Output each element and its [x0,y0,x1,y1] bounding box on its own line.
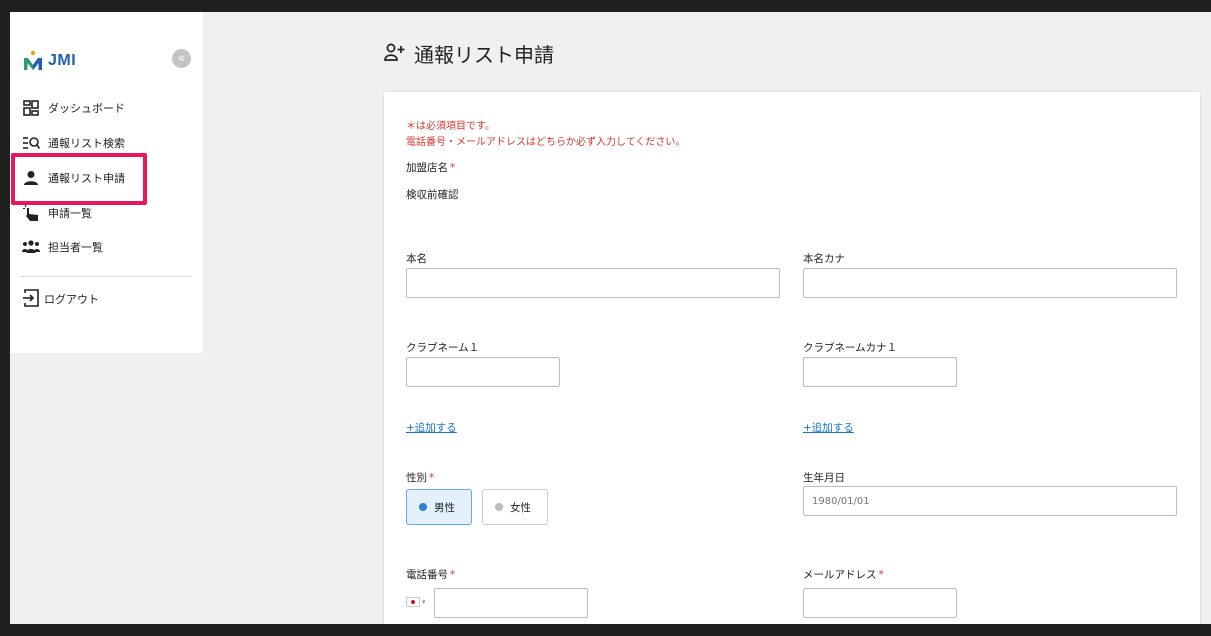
sidebar-item-list-apply[interactable]: 通報リスト申請 [22,167,125,189]
real-name-kana-field[interactable] [803,268,1177,298]
sidebar-item-applications[interactable]: 申請一覧 [22,202,92,224]
jmi-logo-icon [22,50,44,72]
sidebar-item-list-search[interactable]: 通報リスト検索 [22,132,125,154]
add-club-name-link[interactable]: +追加する [406,420,457,435]
person-icon [22,169,40,187]
gender-male-radio[interactable]: 男性 [406,489,472,525]
brand-name: JMI [48,52,77,69]
list-search-icon [22,134,40,152]
radio-dot [495,503,503,511]
sidebar-item-label: 担当者一覧 [48,241,103,254]
email-field[interactable] [803,588,957,618]
app-window: JMI « ダッシュボード 通報リスト検索 通報リスト申請 申請一覧 担当者一覧… [10,12,1211,624]
sidebar-item-label: ログアウト [44,293,99,306]
email-label: メールアドレス * [803,569,884,581]
sidebar-item-label: 申請一覧 [48,207,92,220]
birthdate-label: 生年月日 [803,472,845,484]
gender-female-radio[interactable]: 女性 [482,489,548,525]
birthdate-field[interactable] [803,486,1177,516]
store-name-value: 検収前確認 [406,189,459,201]
sidebar-item-staff[interactable]: 担当者一覧 [22,236,103,258]
application-form: ＊は必須項目です。 電話番号・メールアドレスはどちらか必ず入力してください。 加… [384,92,1200,624]
phone-field[interactable] [434,588,588,618]
japan-flag-icon [406,597,420,607]
hand-tap-icon [22,204,40,222]
contact-note: 電話番号・メールアドレスはどちらか必ず入力してください。 [406,137,686,148]
club-name-kana-field[interactable] [803,357,957,387]
add-club-name-kana-link[interactable]: +追加する [803,420,854,435]
radio-label: 男性 [434,501,455,514]
real-name-kana-label: 本名カナ [803,253,845,265]
people-group-icon [22,238,40,256]
real-name-field[interactable] [406,268,780,298]
collapse-sidebar-button[interactable]: « [172,49,191,68]
club-name-kana-label: クラブネームカナ１ [803,342,898,354]
sidebar-item-dashboard[interactable]: ダッシュボード [22,97,125,119]
sidebar-item-label: ダッシュボード [48,102,125,115]
chevron-down-icon: ▾ [422,598,426,606]
logo[interactable]: JMI [22,50,76,72]
real-name-label: 本名 [406,253,427,265]
club-name-label: クラブネーム１ [406,342,480,354]
page-title: 通報リスト申請 [384,39,554,68]
radio-label: 女性 [510,501,531,514]
sidebar: JMI « ダッシュボード 通報リスト検索 通報リスト申請 申請一覧 担当者一覧… [10,12,203,353]
phone-label: 電話番号 * [406,569,456,581]
gender-label: 性別 * [406,472,435,484]
chevron-double-left-icon: « [177,51,186,65]
country-select[interactable]: ▾ [406,597,426,607]
club-name-field[interactable] [406,357,560,387]
sidebar-item-logout[interactable]: ログアウト [22,285,99,307]
radio-dot [419,503,427,511]
store-name-label: 加盟店名 * [406,162,456,174]
dashboard-grid-icon [22,99,40,117]
required-note: ＊は必須項目です。 [406,121,495,132]
sidebar-item-label: 通報リスト検索 [48,137,125,150]
page-title-text: 通報リスト申請 [414,43,554,67]
sidebar-item-label: 通報リスト申請 [48,172,125,185]
add-person-icon [384,43,406,65]
sidebar-divider [20,276,192,277]
logout-icon [22,289,40,307]
